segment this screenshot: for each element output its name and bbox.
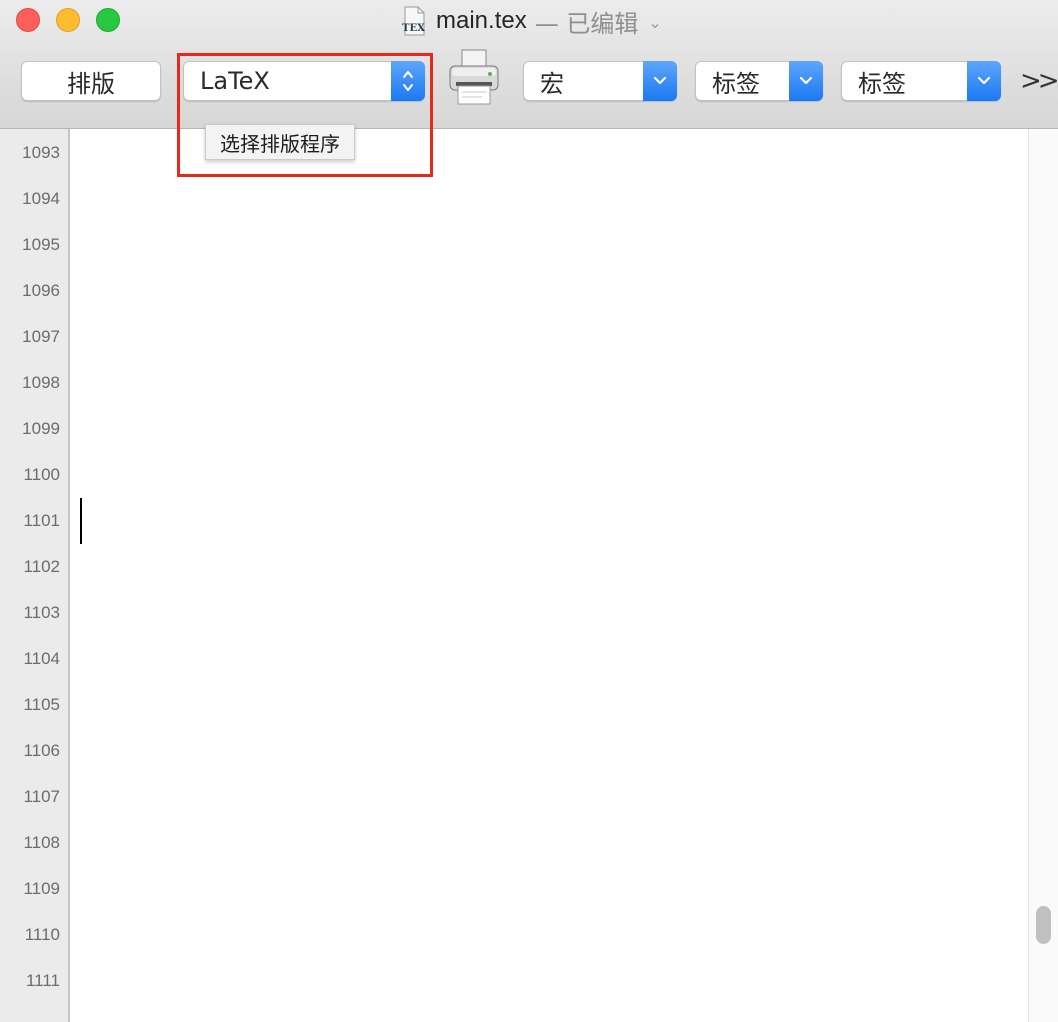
line-number: 1100	[23, 465, 60, 484]
vertical-scrollbar[interactable]	[1028, 129, 1058, 1022]
line-number: 1110	[24, 925, 60, 944]
chevron-down-icon	[967, 61, 1001, 101]
line-number: 1107	[23, 787, 60, 806]
up-down-arrows-icon	[391, 61, 425, 101]
line-number: 1095	[22, 235, 60, 254]
texshop-window: TEX main.tex — 已编辑 ⌄ 排版 LaTeX 宏 标签 标签 >>…	[0, 0, 1058, 1022]
close-window-button[interactable]	[16, 8, 40, 32]
svg-text:TEX: TEX	[402, 23, 425, 34]
line-number: 1104	[23, 649, 60, 668]
line-number: 1105	[23, 695, 60, 714]
line-number: 1099	[22, 419, 60, 438]
line-number: 1108	[23, 833, 60, 852]
chevron-down-icon	[643, 61, 677, 101]
line-number: 1106	[23, 741, 60, 760]
line-number: 1111	[25, 971, 60, 990]
zoom-window-button[interactable]	[96, 8, 120, 32]
typeset-engine-select[interactable]: LaTeX	[183, 61, 425, 101]
line-number: 1094	[22, 189, 60, 208]
minimize-window-button[interactable]	[56, 8, 80, 32]
window-toolbar: TEX main.tex — 已编辑 ⌄ 排版 LaTeX 宏 标签 标签 >>	[0, 0, 1058, 129]
toolbar-overflow-button[interactable]: >>	[1020, 66, 1058, 96]
source-editor[interactable]	[70, 129, 1028, 1022]
line-number: 1101	[23, 511, 60, 530]
typeset-button[interactable]: 排版	[21, 61, 161, 101]
text-cursor	[80, 498, 82, 544]
file-name: main.tex	[436, 7, 527, 34]
chevron-down-icon	[789, 61, 823, 101]
title-menu-chevron-icon[interactable]: ⌄	[648, 13, 661, 32]
window-title[interactable]: TEX main.tex — 已编辑 ⌄	[400, 4, 662, 38]
line-number: 1098	[22, 373, 60, 392]
line-number-gutter: 1093 1094 1095 1096 1097 1098 1099 1100 1101 1102…	[0, 129, 70, 1022]
edited-status: — 已编辑	[534, 9, 639, 38]
engine-select-tooltip: 选择排版程序	[205, 124, 355, 160]
tags-menu[interactable]: 标签	[695, 61, 823, 101]
tex-document-icon: TEX	[400, 5, 428, 37]
line-number: 1096	[22, 281, 60, 300]
labels-menu[interactable]: 标签	[841, 61, 1001, 101]
line-number: 1102	[23, 557, 60, 576]
line-number: 1103	[23, 603, 60, 622]
line-number: 1097	[22, 327, 60, 346]
scrollbar-thumb[interactable]	[1036, 906, 1051, 944]
macros-menu[interactable]: 宏	[523, 61, 677, 101]
printer-icon[interactable]	[446, 46, 502, 110]
line-number: 1093	[22, 143, 60, 162]
line-number: 1109	[23, 879, 60, 898]
